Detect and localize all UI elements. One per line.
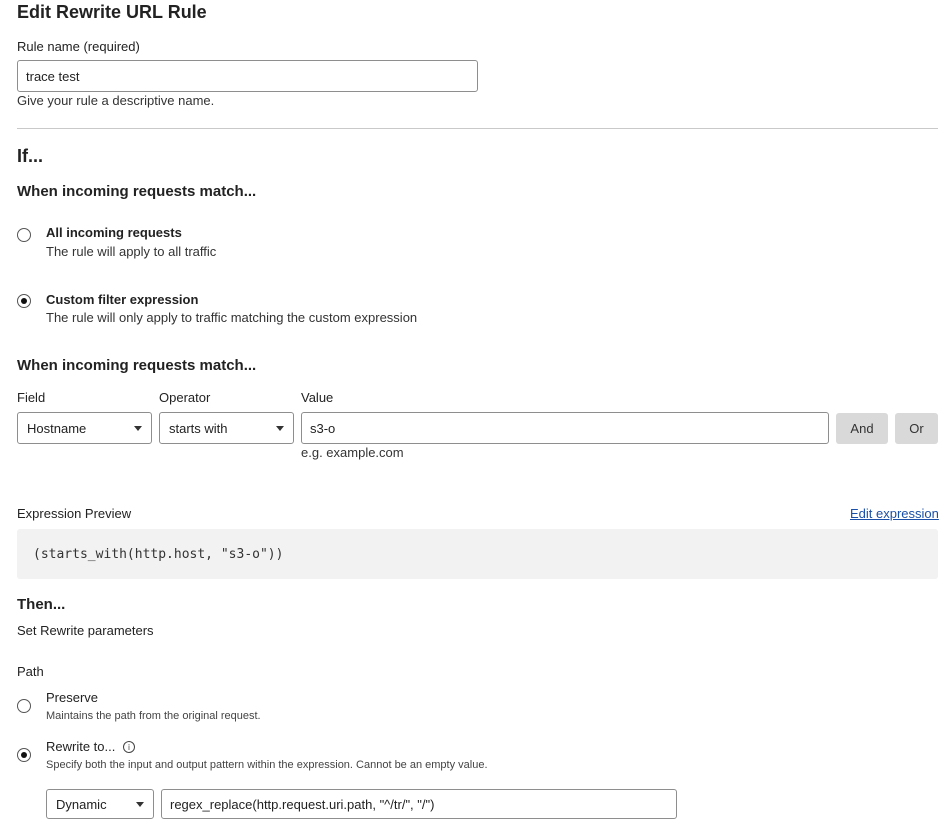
filter-heading: When incoming requests match...	[17, 357, 257, 374]
rewrite-expression-input[interactable]: regex_replace(http.request.uri.path, "^/…	[161, 789, 677, 819]
operator-label: Operator	[159, 390, 211, 405]
expression-preview-code: (starts_with(http.host, "s3-o"))	[33, 546, 284, 562]
path-label: Path	[17, 664, 44, 679]
page-title: Edit Rewrite URL Rule	[17, 2, 207, 22]
rewrite-to-desc: Specify both the input and output patter…	[46, 759, 488, 771]
expression-preview-label: Expression Preview	[17, 506, 132, 521]
then-subheading: Set Rewrite parameters	[17, 623, 154, 638]
rule-name-input[interactable]: trace test	[17, 60, 478, 92]
field-select[interactable]: Hostname	[17, 412, 152, 444]
match-heading: When incoming requests match...	[17, 183, 257, 200]
custom-filter-desc: The rule will only apply to traffic matc…	[46, 310, 418, 325]
rule-name-label: Rule name (required)	[17, 39, 140, 54]
edit-expression-link[interactable]: Edit expression	[850, 506, 939, 521]
value-label: Value	[301, 390, 334, 405]
operator-select-value: starts with	[169, 420, 228, 436]
field-select-value: Hostname	[27, 420, 87, 436]
or-button[interactable]: Or	[895, 413, 938, 444]
rewrite-type-select[interactable]: Dynamic	[46, 789, 154, 819]
rewrite-to-radio[interactable]	[17, 748, 31, 762]
chevron-down-icon	[276, 425, 284, 431]
rule-name-help: Give your rule a descriptive name.	[17, 93, 215, 108]
all-requests-desc: The rule will apply to all traffic	[46, 244, 217, 259]
rewrite-to-title: Rewrite to...	[46, 739, 116, 754]
preserve-desc: Maintains the path from the original req…	[46, 710, 261, 722]
chevron-down-icon	[136, 801, 144, 807]
preserve-radio[interactable]	[17, 699, 31, 713]
section-divider	[17, 128, 938, 129]
expression-preview-box: (starts_with(http.host, "s3-o"))	[17, 529, 938, 579]
all-requests-title: All incoming requests	[46, 225, 182, 240]
chevron-down-icon	[134, 425, 142, 431]
info-icon[interactable]: i	[123, 741, 135, 753]
then-heading: Then...	[17, 596, 66, 613]
custom-filter-radio[interactable]	[17, 294, 31, 308]
all-requests-radio[interactable]	[17, 228, 31, 242]
value-hint: e.g. example.com	[301, 445, 404, 460]
field-label: Field	[17, 390, 46, 405]
operator-select[interactable]: starts with	[159, 412, 294, 444]
if-heading: If...	[17, 146, 43, 166]
value-input[interactable]: s3-o	[301, 412, 829, 444]
and-button[interactable]: And	[836, 413, 888, 444]
custom-filter-title: Custom filter expression	[46, 292, 199, 307]
preserve-title: Preserve	[46, 690, 99, 705]
rewrite-type-value: Dynamic	[56, 796, 107, 812]
